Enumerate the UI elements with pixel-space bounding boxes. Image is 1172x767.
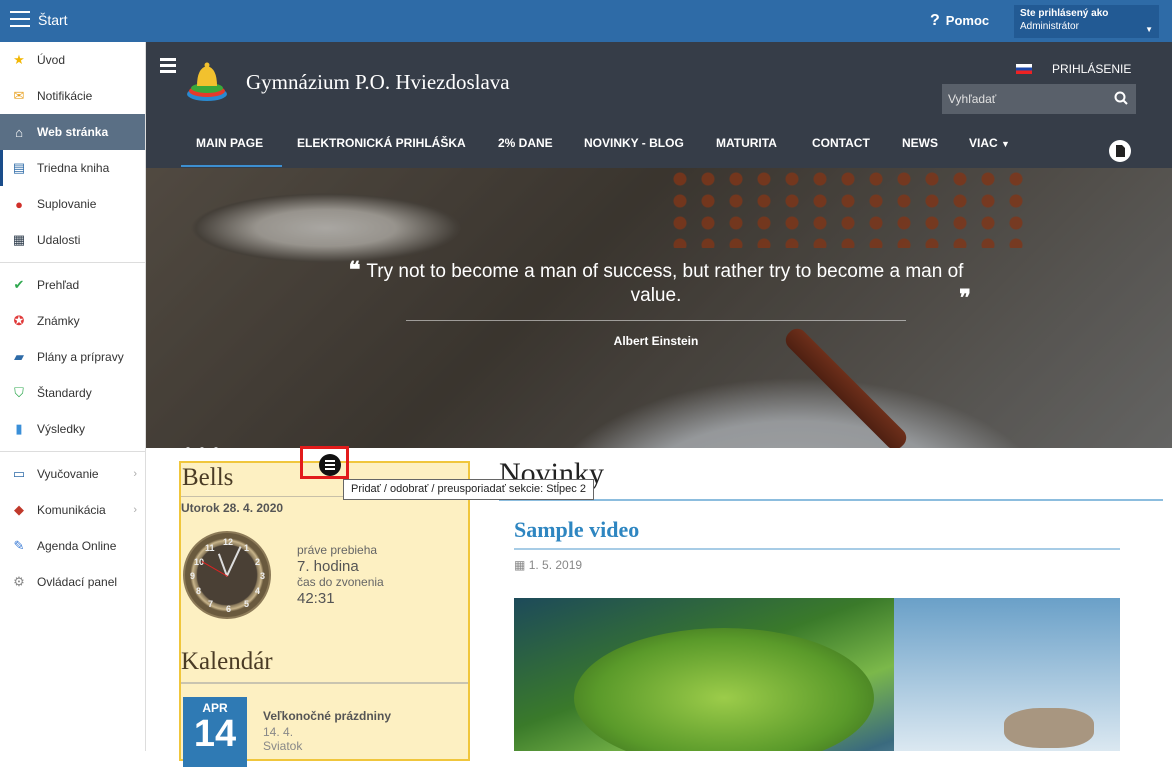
sidebar-item-znamky[interactable]: ✪ Známky <box>0 303 145 339</box>
bells-date: Utorok 28. 4. 2020 <box>181 501 284 515</box>
video-thumbnail[interactable] <box>514 598 1120 751</box>
chevron-down-icon: ▼ <box>1145 25 1153 34</box>
sidebar: ★ Úvod ✉ Notifikácie ⌂ Web stránka ▤ Triedna… <box>0 42 146 751</box>
tooltip: Pridať / odobrať / preusporiadať sekcie:… <box>343 479 594 500</box>
briefcase-icon: ▰ <box>14 349 24 364</box>
search-box <box>942 84 1136 114</box>
search-input[interactable] <box>942 84 1106 114</box>
top-bar: Štart ? Pomoc Ste prihlásený ako Administ… <box>0 0 1172 42</box>
tab-2-dane[interactable]: 2% DANE <box>498 136 553 150</box>
person-icon: ● <box>15 196 23 212</box>
quote-open-icon: ❝ <box>348 257 361 283</box>
sidebar-item-standardy[interactable]: ⛉ Štandardy <box>0 375 145 411</box>
bells-widget: Bells Utorok 28. 4. 2020 12 1 2 3 4 5 6 … <box>179 461 470 767</box>
hero-quote: ❝ Try not to become a man of success, but… <box>346 257 971 353</box>
open-book-icon: ▭ <box>12 466 26 481</box>
sidebar-item-agenda[interactable]: ✎ Agenda Online <box>0 528 145 564</box>
gear-icon: ⚙ <box>13 574 25 589</box>
sidebar-item-uvod[interactable]: ★ Úvod <box>0 42 145 78</box>
star-icon: ★ <box>13 52 25 67</box>
countdown-value: 42:31 <box>297 590 335 607</box>
envelope-icon: ✉ <box>13 88 25 103</box>
chevron-right-icon: › <box>133 504 137 516</box>
check-circle-icon: ✔ <box>13 277 25 292</box>
hero-banner: ❝ Try not to become a man of success, but… <box>146 168 1172 448</box>
calendar-event[interactable]: Veľkonočné prázdniny 14. 4. Sviatok <box>263 709 391 753</box>
sidebar-item-udalosti[interactable]: ▦ Udalosti <box>0 222 145 258</box>
sidebar-item-notifikacie[interactable]: ✉ Notifikácie <box>0 78 145 114</box>
shield-icon: ⛉ <box>14 385 24 400</box>
sidebar-item-web-stranka[interactable]: ⌂ Web stránka <box>0 114 145 150</box>
sidebar-item-suplovanie[interactable]: ● Suplovanie <box>0 186 145 222</box>
tab-novinky-blog[interactable]: NOVINKY - BLOG <box>584 136 684 150</box>
sidebar-item-triedna-kniha[interactable]: ▤ Triedna kniha <box>0 150 145 186</box>
quote-author: Albert Einstein <box>613 334 699 348</box>
article-title[interactable]: Sample video <box>514 517 639 543</box>
tab-maturita[interactable]: MATURITA <box>716 136 777 150</box>
tab-contact[interactable]: CONTACT <box>812 136 870 150</box>
login-link[interactable]: PRIHLÁSENIE <box>1052 62 1131 76</box>
tab-viac[interactable]: VIAC ▼ <box>969 136 1010 150</box>
calendar-date-box: APR 14 <box>183 697 247 767</box>
search-icon[interactable] <box>1114 91 1128 105</box>
sidebar-item-ovladaci-panel[interactable]: ⚙ Ovládací panel <box>0 564 145 600</box>
help-link[interactable]: ? Pomoc <box>930 12 989 30</box>
active-tab-indicator <box>181 165 282 167</box>
calendar-title: Kalendár <box>181 648 273 675</box>
bell-status: práve prebieha 7. hodina čas do zvonenia… <box>297 543 384 607</box>
quote-close-icon: ❞ <box>959 285 971 311</box>
question-icon: ? <box>930 12 940 29</box>
sidebar-item-vysledky[interactable]: ▮ Výsledky <box>0 411 145 447</box>
sidebar-item-plany[interactable]: ▰ Plány a prípravy <box>0 339 145 375</box>
document-icon[interactable] <box>1109 140 1131 162</box>
chat-icon: ◆ <box>14 502 24 517</box>
carousel-dots[interactable] <box>186 438 228 448</box>
caret-down-icon: ▼ <box>1001 139 1010 149</box>
clock-icon: 12 1 2 3 4 5 6 7 8 9 10 11 <box>183 531 271 619</box>
article-date: ▦ 1. 5. 2019 <box>514 558 583 572</box>
calendar-icon: ▦ <box>514 558 526 572</box>
user-dropdown[interactable]: Ste prihlásený ako Administrátor ▼ <box>1014 5 1159 38</box>
tab-main-page[interactable]: MAIN PAGE <box>196 136 263 150</box>
school-logo <box>187 62 227 101</box>
pen-icon: ✎ <box>13 538 25 553</box>
menu-icon[interactable] <box>10 11 30 29</box>
sidebar-item-prehlad[interactable]: ✔ Prehľad <box>0 267 145 303</box>
start-title[interactable]: Štart <box>38 12 68 28</box>
chevron-right-icon: › <box>133 468 137 480</box>
home-icon: ⌂ <box>15 124 23 140</box>
calendar-icon: ▦ <box>12 232 26 247</box>
list-icon <box>319 454 341 476</box>
book-icon: ▤ <box>12 160 26 175</box>
main-nav: MAIN PAGE ELEKTRONICKÁ PRIHLÁŠKA 2% DANE… <box>146 120 1172 168</box>
grades-icon: ✪ <box>13 313 25 328</box>
bar-chart-icon: ▮ <box>15 421 23 436</box>
site-title[interactable]: Gymnázium P.O. Hviezdoslava <box>246 70 510 95</box>
tab-elektronicka-prihlaska[interactable]: ELEKTRONICKÁ PRIHLÁŠKA <box>297 136 466 150</box>
sidebar-item-vyucovanie[interactable]: ▭ Vyučovanie › <box>0 456 145 492</box>
sidebar-item-komunikacia[interactable]: ◆ Komunikácia › <box>0 492 145 528</box>
current-lesson: 7. hodina <box>297 558 359 575</box>
tab-news[interactable]: NEWS <box>902 136 938 150</box>
flag-icon[interactable] <box>1016 64 1032 74</box>
menu-icon[interactable] <box>160 58 176 76</box>
section-menu-button[interactable] <box>300 446 349 479</box>
